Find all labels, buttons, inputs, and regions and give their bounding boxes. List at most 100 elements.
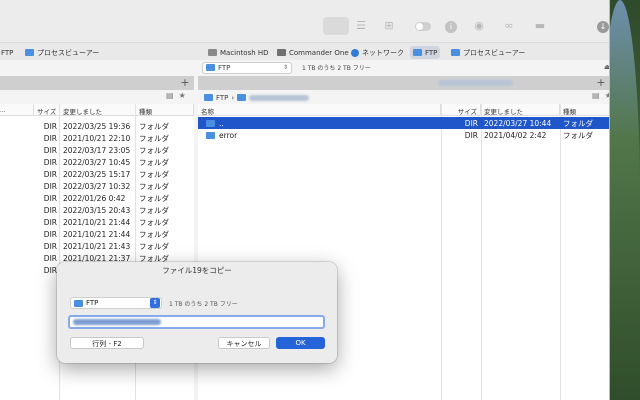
cell-modified: 2022/03/25 19:36 [63,121,131,131]
binoculars-icon[interactable]: ∞ [501,19,517,33]
cell-kind: フォルダ [139,157,169,167]
cell-modified: 2021/04/02 2:42 [484,130,547,140]
column-kind[interactable]: 種類 [136,104,194,116]
cell-size: DIR [43,253,57,263]
tab-network[interactable]: ネットワーク [348,46,407,59]
cell-modified: 2022/03/15 20:43 [63,205,131,215]
column-kind[interactable]: 種類 [560,104,609,116]
cell-size: DIR [43,145,57,155]
folder-icon [204,94,213,101]
table-row[interactable]: DIR 2022/03/25 15:17 フォルダ [0,168,194,180]
cell-size: DIR [43,133,57,143]
volume-label: FTP [86,299,99,307]
tab-bar: FTP プロセスビューアー Macintosh HD Commander One… [0,42,609,60]
column-name[interactable]: … [0,104,34,115]
folder-icon [206,131,215,139]
dialog-title: ファイル19をコピー [162,266,232,275]
download-icon[interactable]: ↓ [597,21,609,33]
destination-path-value [73,319,161,325]
preview-icon[interactable]: ◉ [471,19,487,33]
folder-icon[interactable]: ▬ [532,19,548,33]
cell-modified: 2021/10/21 22:10 [63,133,131,143]
cell-modified: 2022/03/27 10:45 [63,157,131,167]
table-row[interactable]: DIR 2022/03/27 10:32 フォルダ [0,180,194,192]
eject-icon[interactable]: ⏏ [604,63,609,71]
free-space-label: 1 TB のうち 2 TB フリー [169,301,238,308]
cell-name: .. [198,119,441,128]
table-row[interactable]: DIR 2021/10/21 21:44 フォルダ [0,216,194,228]
ok-button[interactable]: OK [276,337,325,349]
list-view-icon[interactable]: ▤ [166,91,174,100]
cell-size: DIR [43,265,57,275]
column-divider [481,104,482,400]
column-name[interactable]: 名称 [198,104,441,116]
network-icon [351,48,359,57]
add-tab-icon[interactable]: + [179,76,191,90]
table-row[interactable]: DIR 2022/03/17 23:05 フォルダ [0,144,194,156]
tab-macintosh-hd[interactable]: Macintosh HD [205,46,272,59]
folder-icon [25,49,34,56]
destination-path-input[interactable] [68,315,325,329]
star-icon[interactable]: ★ [179,91,186,100]
tab-left-ftp[interactable]: FTP [0,46,16,59]
tab-commander-one[interactable]: Commander One [274,46,352,59]
tab-label: プロセスビューアー [463,48,526,57]
table-row[interactable]: DIR 2022/01/26 0:42 フォルダ [0,192,194,204]
cell-modified: 2021/10/21 21:43 [63,241,131,251]
table-row[interactable]: DIR 2021/10/21 21:43 フォルダ [0,240,194,252]
chevron-updown-icon: ⇕ [150,298,160,308]
toggle-icon[interactable] [415,22,431,31]
table-row[interactable]: .. DIR 2022/03/27 10:44 フォルダ [198,117,609,129]
info-icon[interactable]: i [445,21,457,33]
cell-kind: フォルダ [563,130,593,140]
cell-size: DIR [43,169,57,179]
table-row[interactable]: DIR 2022/03/25 19:36 フォルダ [0,120,194,132]
cell-modified: 2022/01/26 0:42 [63,193,126,203]
file-name: .. [219,118,224,128]
cell-kind: フォルダ [139,217,169,227]
left-column-header: … サイズ 変更しました 種類 [0,104,194,116]
cell-modified: 2021/10/21 21:44 [63,229,131,239]
server-address [438,80,513,86]
right-panel-tools: ▤ ★ [592,91,609,100]
cell-modified: 2022/03/17 23:05 [63,145,131,155]
right-volume-select[interactable]: FTP ⇕ [202,61,292,74]
list-icon[interactable]: ☰ [353,19,369,33]
cancel-button[interactable]: キャンセル [218,337,270,349]
cell-modified: 2021/10/21 21:44 [63,217,131,227]
add-tab-icon[interactable]: + [595,76,607,90]
breadcrumb-host[interactable] [249,94,310,101]
cell-kind: フォルダ [139,193,169,203]
tab-ftp[interactable]: FTP [410,46,441,59]
grid-icon[interactable]: ⊞ [381,19,397,33]
table-row[interactable]: DIR 2022/03/27 10:45 フォルダ [0,156,194,168]
star-icon[interactable]: ★ [605,91,609,100]
table-row[interactable]: DIR 2021/10/21 22:10 フォルダ [0,132,194,144]
column-size[interactable]: サイズ [34,104,60,116]
cell-modified: 2022/03/27 10:44 [484,118,552,128]
toolbar: ☰ ⊞ i ◉ ∞ ▬ ↓ [0,0,609,42]
folder-icon [451,49,460,56]
tab-left-process-viewer[interactable]: プロセスビューアー [22,46,102,59]
tab-label: Macintosh HD [220,48,269,57]
list-view-icon[interactable]: ▤ [592,91,600,100]
tab-label: Commander One [289,48,349,57]
cell-size: DIR [43,241,57,251]
table-row[interactable]: DIR 2022/03/15 20:43 フォルダ [0,204,194,216]
table-row[interactable]: error DIR 2021/04/02 2:42 フォルダ [198,129,609,141]
table-row[interactable]: DIR 2021/10/21 21:44 フォルダ [0,228,194,240]
queue-button[interactable]: 行列 - F2 [70,337,144,349]
cell-kind: フォルダ [139,181,169,191]
view-icon[interactable] [323,17,349,35]
column-divider [560,104,561,400]
cell-modified: 2022/03/25 15:17 [63,169,131,179]
tab-process-viewer[interactable]: プロセスビューアー [448,46,528,59]
app-icon [277,49,286,56]
cell-kind: フォルダ [563,118,593,128]
column-modified[interactable]: 変更しました [481,104,560,116]
breadcrumb-root[interactable]: FTP [216,94,228,102]
column-modified[interactable]: 変更しました [60,104,136,116]
folder-icon [237,94,247,101]
column-size[interactable]: サイズ [441,104,481,116]
destination-volume-select[interactable]: FTP ⇕ [70,297,162,309]
